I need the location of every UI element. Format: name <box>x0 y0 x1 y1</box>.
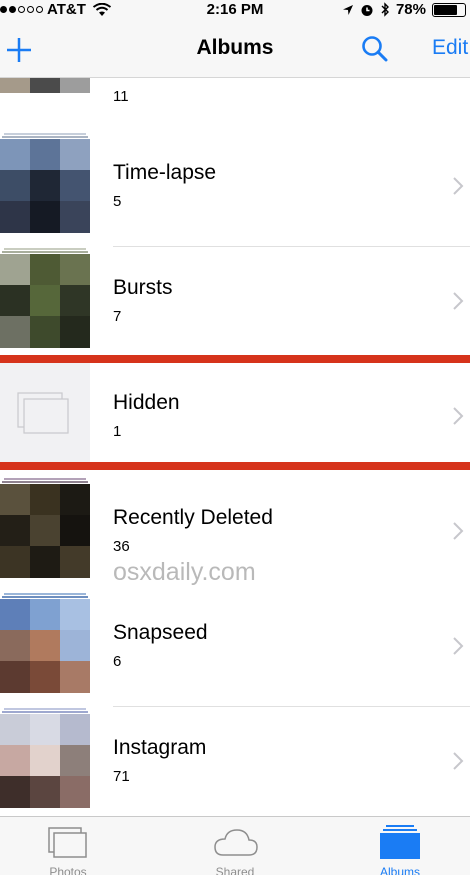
tab-albums[interactable]: Albums <box>340 817 460 875</box>
bluetooth-icon <box>381 2 389 17</box>
tab-shared[interactable]: Shared <box>175 817 295 875</box>
album-count: 6 <box>113 653 122 670</box>
album-count: 1 <box>113 423 122 440</box>
page-title: Albums <box>196 36 274 59</box>
album-name: Hidden <box>113 391 180 414</box>
album-thumbnail <box>0 133 90 233</box>
empty-album-icon <box>17 392 69 434</box>
tab-photos[interactable]: Photos <box>8 817 128 875</box>
divider <box>113 706 470 707</box>
divider <box>113 246 470 247</box>
chevron-right-icon <box>453 522 464 540</box>
tab-label: Albums <box>379 865 420 875</box>
album-name: Time-lapse <box>113 161 217 184</box>
highlight-line-top <box>0 355 470 363</box>
status-bar: AT&T 2:16 PM 78% <box>0 0 470 22</box>
tab-label: Photos <box>49 865 87 875</box>
album-row-hidden[interactable]: Hidden 1 <box>0 363 470 478</box>
search-button[interactable] <box>360 34 390 64</box>
album-row-instagram[interactable]: Instagram 71 <box>0 708 470 816</box>
albums-tab-icon <box>380 825 420 859</box>
album-row-snapseed[interactable]: Snapseed 6 <box>0 593 470 708</box>
album-row-time-lapse[interactable]: Time-lapse 5 <box>0 133 470 248</box>
album-count: 7 <box>113 308 122 325</box>
chevron-right-icon <box>453 637 464 655</box>
edit-button[interactable]: Edit <box>432 36 470 60</box>
album-thumbnail <box>0 478 90 578</box>
highlight-line-bottom <box>0 462 470 470</box>
tab-label: Shared <box>215 865 255 875</box>
album-count: 36 <box>113 538 130 555</box>
navigation-bar: Albums Edit <box>0 22 470 78</box>
location-arrow-icon <box>342 4 353 15</box>
search-icon <box>362 36 388 62</box>
album-thumbnail <box>0 248 90 348</box>
album-count: 11 <box>113 88 129 105</box>
album-list: 11 Time-lapse 5 Bursts 7 Hidden 1 Recent… <box>0 78 470 816</box>
album-thumbnail <box>0 363 90 463</box>
chevron-right-icon <box>453 292 464 310</box>
status-right: 78% <box>342 1 466 18</box>
album-name: Instagram <box>113 736 207 759</box>
chevron-right-icon <box>453 407 464 425</box>
album-name: Recently Deleted <box>113 506 273 529</box>
photos-tab-icon <box>48 827 87 858</box>
album-count: 71 <box>113 768 130 785</box>
album-row-bursts[interactable]: Bursts 7 <box>0 248 470 363</box>
chevron-right-icon <box>453 177 464 195</box>
battery-icon <box>432 2 466 17</box>
watermark-text: osxdaily.com <box>113 558 256 586</box>
album-thumbnail <box>0 78 90 93</box>
album-thumbnail <box>0 593 90 693</box>
album-name: Bursts <box>113 276 173 299</box>
tab-bar: Photos Shared Albums <box>0 816 470 875</box>
album-name: Snapseed <box>113 621 208 644</box>
album-thumbnail <box>0 708 90 808</box>
album-count: 5 <box>113 193 122 210</box>
cloud-icon <box>214 829 258 856</box>
alarm-icon <box>361 4 373 16</box>
chevron-right-icon <box>453 752 464 770</box>
battery-percent: 78% <box>395 1 426 18</box>
